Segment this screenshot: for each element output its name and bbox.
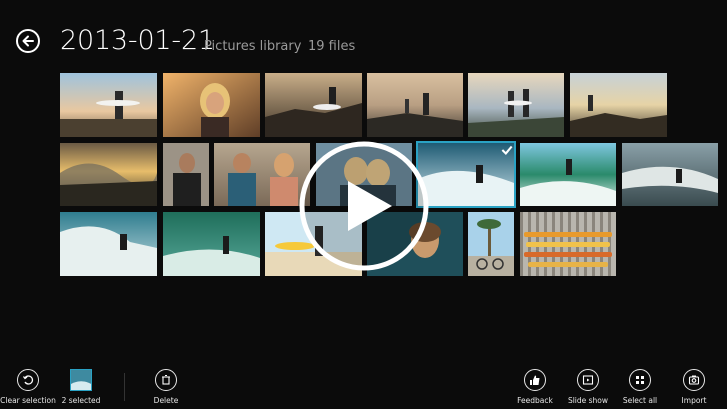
video-play-button[interactable] <box>298 141 430 271</box>
selected-count-label: 2 selected <box>61 396 101 405</box>
photo-thumbnail[interactable] <box>60 212 157 276</box>
photo-thumbnail[interactable] <box>163 143 209 206</box>
selected-count-button[interactable]: 2 selected <box>51 369 111 405</box>
feedback-icon <box>524 369 546 391</box>
photo-thumbnail[interactable] <box>468 212 514 276</box>
photo-thumbnail[interactable] <box>622 143 718 206</box>
select-all-icon <box>629 369 651 391</box>
selection-thumbnail <box>70 369 92 391</box>
select-all-button[interactable]: Select all <box>610 369 670 405</box>
select-all-label: Select all <box>622 396 658 405</box>
feedback-label: Feedback <box>517 396 553 405</box>
photo-thumbnail[interactable] <box>367 73 463 137</box>
trash-icon <box>155 369 177 391</box>
import-label: Import <box>681 396 707 405</box>
undo-icon <box>17 369 39 391</box>
slideshow-icon <box>577 369 599 391</box>
slide-show-label: Slide show <box>567 396 609 405</box>
import-button[interactable]: Import <box>664 369 724 405</box>
appbar-divider <box>124 373 125 401</box>
photo-thumbnail[interactable] <box>265 73 362 137</box>
photo-thumbnail[interactable] <box>60 143 157 206</box>
import-icon <box>683 369 705 391</box>
play-icon <box>299 141 429 271</box>
photo-thumbnail[interactable] <box>520 212 616 276</box>
clear-selection-button[interactable]: Clear selection <box>0 369 58 405</box>
photo-thumbnail[interactable] <box>214 143 310 206</box>
delete-label: Delete <box>153 396 179 405</box>
photo-thumbnail[interactable] <box>60 73 157 137</box>
checkmark-icon <box>500 143 514 157</box>
photo-thumbnail[interactable] <box>520 143 616 206</box>
delete-button[interactable]: Delete <box>136 369 196 405</box>
photo-thumbnail[interactable] <box>163 73 260 137</box>
photo-thumbnail[interactable] <box>570 73 667 137</box>
photo-thumbnail-selected[interactable] <box>416 141 516 208</box>
photo-thumbnail[interactable] <box>163 212 260 276</box>
photo-thumbnail[interactable] <box>468 73 564 137</box>
feedback-button[interactable]: Feedback <box>505 369 565 405</box>
slide-show-button[interactable]: Slide show <box>558 369 618 405</box>
clear-selection-label: Clear selection <box>0 396 56 405</box>
app-bar: Clear selection 2 selected Delete Feedba… <box>0 365 727 409</box>
